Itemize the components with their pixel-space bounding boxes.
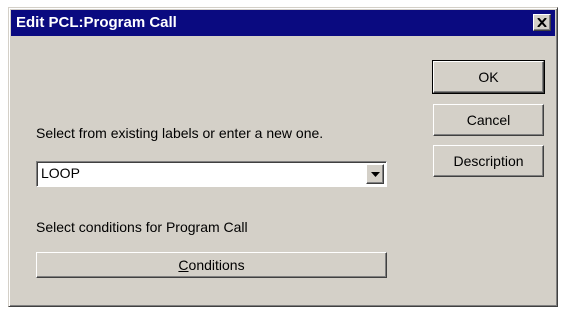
- window-title: Edit PCL:Program Call: [16, 14, 177, 31]
- conditions-prompt: Select conditions for Program Call: [36, 219, 248, 235]
- description-button-label: Description: [453, 153, 524, 169]
- conditions-button[interactable]: Conditions: [36, 252, 387, 278]
- label-combobox[interactable]: LOOP: [36, 161, 387, 187]
- close-button[interactable]: [533, 14, 551, 31]
- combobox-dropdown-button[interactable]: [366, 164, 384, 184]
- close-icon: [537, 18, 547, 27]
- chevron-down-icon: [370, 171, 380, 177]
- title-bar[interactable]: Edit PCL:Program Call: [11, 10, 555, 36]
- conditions-button-label: Conditions: [178, 257, 245, 273]
- label-prompt: Select from existing labels or enter a n…: [36, 125, 324, 141]
- edit-pcl-dialog: Edit PCL:Program Call OK Cancel Descript…: [8, 7, 558, 307]
- label-combobox-value[interactable]: LOOP: [41, 165, 80, 181]
- cancel-button-label: Cancel: [466, 112, 511, 128]
- cancel-button[interactable]: Cancel: [433, 104, 544, 136]
- description-button[interactable]: Description: [433, 145, 544, 177]
- ok-button-label: OK: [478, 69, 499, 85]
- ok-button[interactable]: OK: [432, 60, 545, 94]
